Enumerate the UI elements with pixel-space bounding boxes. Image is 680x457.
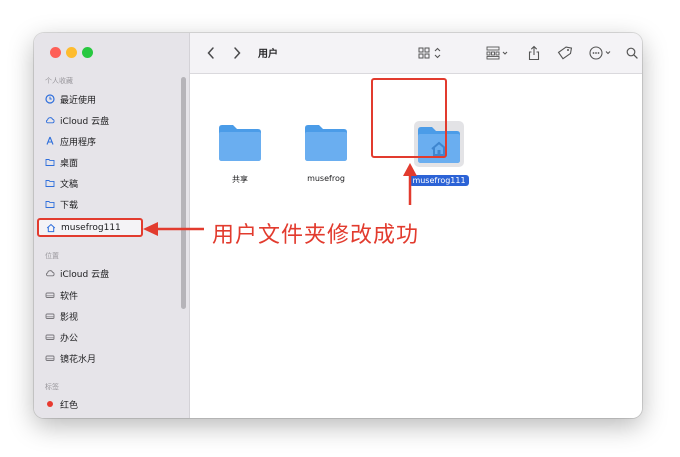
arrow-left-to-sidebar (143, 222, 204, 236)
annotation-text: 用户文件夹修改成功 (212, 223, 420, 248)
arrow-up-to-folder (403, 163, 417, 205)
